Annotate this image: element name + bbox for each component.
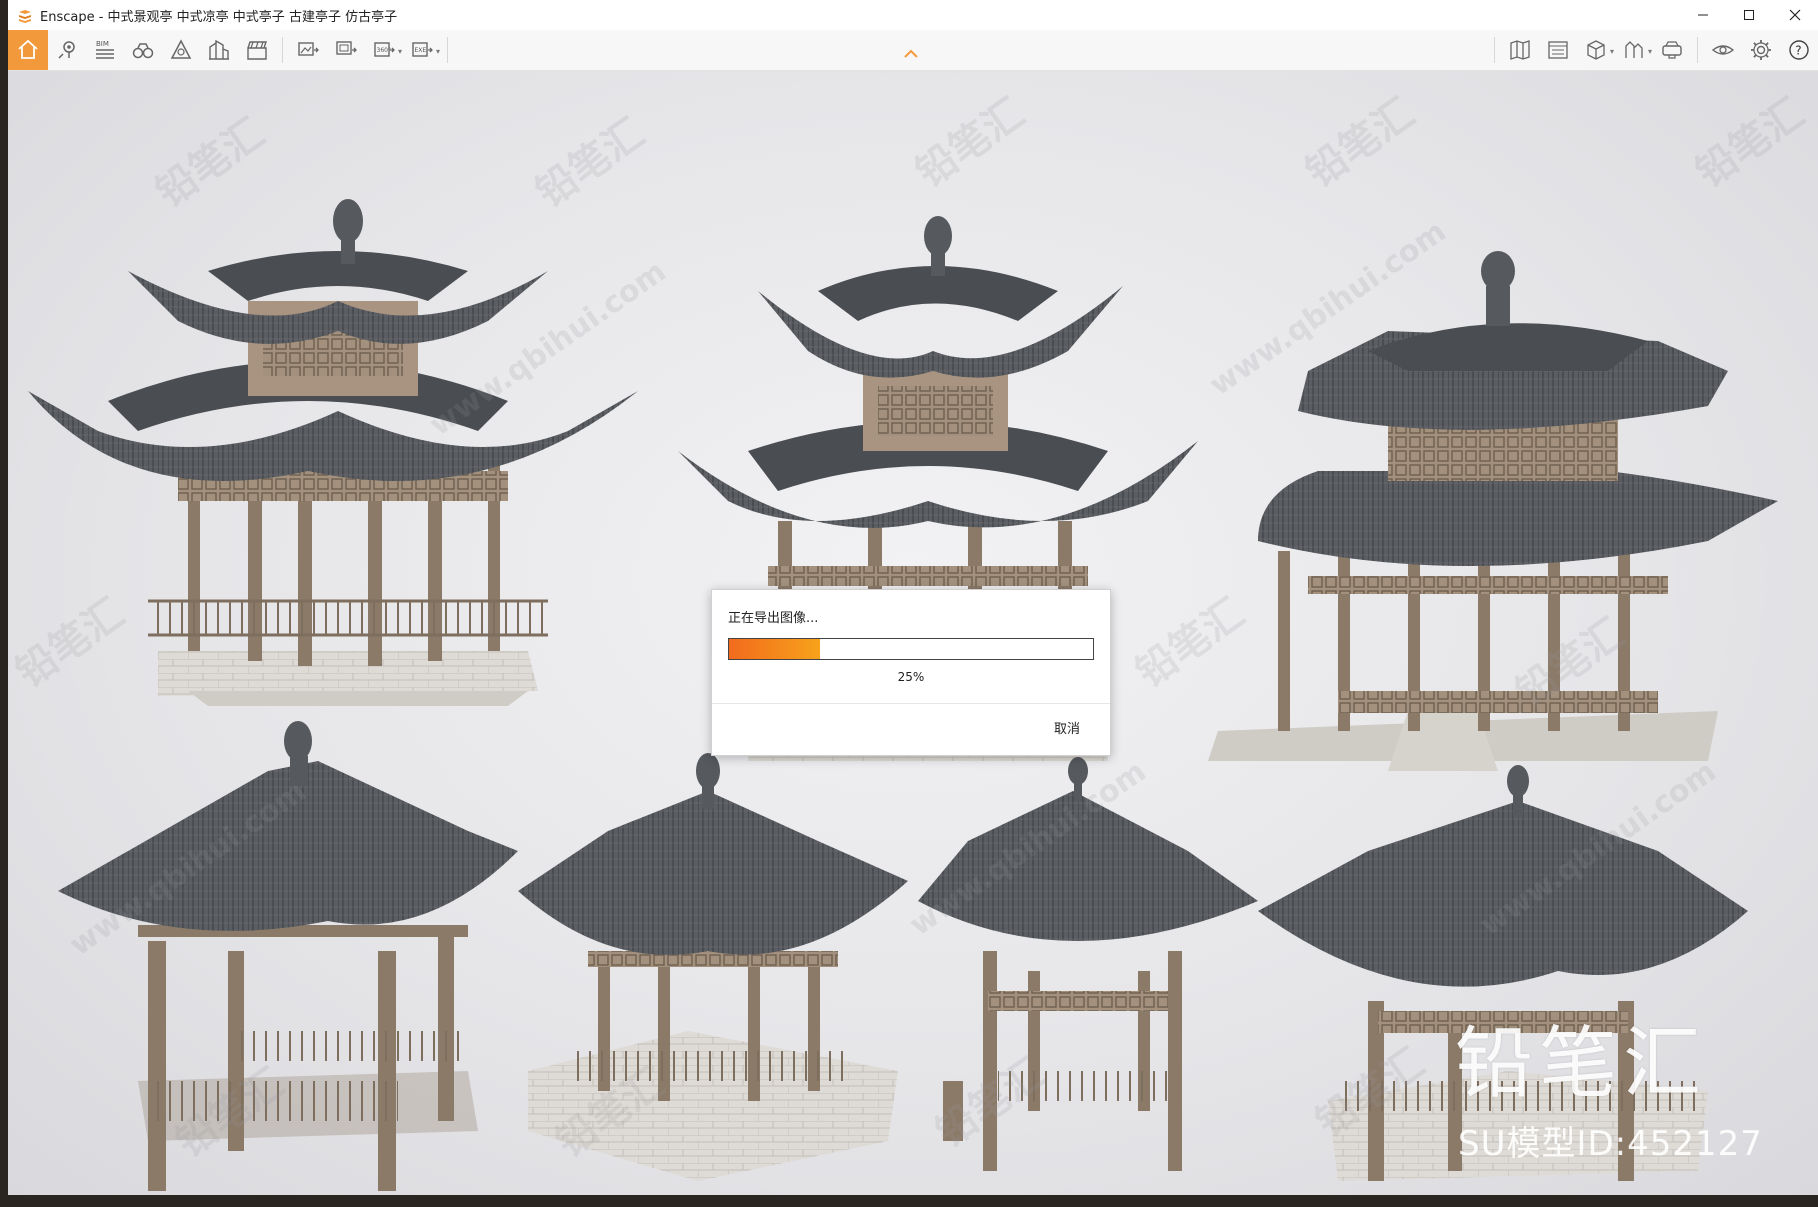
cube-icon [1587,40,1605,60]
section-icon [1625,41,1643,58]
home-icon [18,39,38,59]
screenshot-button[interactable] [289,30,327,70]
enscape-window: Enscape - 中式景观亭 中式凉亭 中式亭子 古建亭子 仿古亭子 BIM … [8,0,1818,1195]
help-button[interactable]: ? [1780,30,1818,70]
dialog-title: 正在导出图像... [728,611,819,626]
settings-button[interactable] [1742,30,1780,70]
svg-text:?: ? [1795,44,1801,58]
asset-library-button[interactable] [200,30,238,70]
svg-text:BIM: BIM [96,40,109,48]
binoculars-button[interactable] [124,30,162,70]
window-title: Enscape - 中式景观亭 中式凉亭 中式亭子 古建亭子 仿古亭子 [40,9,398,25]
buildings-icon [209,39,229,60]
collapse-toolbar-chevron[interactable] [903,44,919,63]
toolbar-separator [447,37,448,63]
map-icon [1510,40,1530,60]
views-icon [1548,41,1568,59]
video-editor-button[interactable] [238,30,276,70]
chevron-down-icon: ▾ [435,47,440,56]
section-button[interactable]: ▾ [1615,30,1653,70]
panorama-button[interactable]: 360° ▾ [365,30,403,70]
chevron-down-icon: ▾ [397,47,402,56]
render-image-icon [298,42,319,56]
progress-percent: 25% [897,670,925,684]
progress-bar [728,638,1094,660]
views-button[interactable] [1539,30,1577,70]
chevron-up-icon [904,49,918,58]
eye-icon [1711,45,1735,55]
toolbar-separator [1697,37,1698,63]
svg-text:360°: 360° [377,47,391,54]
cancel-button[interactable]: 取消 [1054,718,1080,737]
svg-text:EXE: EXE [415,47,427,54]
clapperboard-icon [247,41,267,60]
model-id-watermark: SU模型ID:452127 [1458,1124,1763,1164]
binoculars-icon [132,43,154,59]
bim-icon: BIM [96,40,114,59]
bim-button[interactable]: BIM [86,30,124,70]
close-button[interactable] [1772,0,1818,30]
export-exe-icon: EXE [412,42,433,57]
toolbar-separator [282,37,283,63]
help-icon: ? [1789,40,1809,60]
vr-headset-icon [1662,41,1682,59]
batch-render-icon [336,41,357,55]
export-exe-button[interactable]: EXE ▾ [403,30,441,70]
maximize-button[interactable] [1726,0,1772,30]
render-viewport[interactable]: 铅笔汇 铅笔汇 铅笔汇 铅笔汇 铅笔汇 铅笔汇 铅笔汇 铅笔汇 铅笔汇 铅笔汇 … [8,71,1818,1195]
panorama-360-icon: 360° [374,42,395,57]
toolbar-separator [1494,37,1495,63]
location-button[interactable] [48,30,86,70]
home-button[interactable] [8,30,48,70]
close-icon [1789,9,1801,21]
minimize-icon [1698,14,1708,16]
progress-bar-fill [729,639,820,659]
batch-render-button[interactable] [327,30,365,70]
gear-icon [1751,40,1771,60]
chevron-down-icon: ▾ [1647,47,1652,56]
brand-watermark: 铅笔汇 [1455,1019,1708,1109]
location-pin-icon [58,41,75,59]
enscape-logo-icon [18,8,32,23]
maximize-icon [1744,10,1754,20]
vr-headset-button[interactable] [1653,30,1691,70]
minimize-button[interactable] [1680,0,1726,30]
window-controls [1680,0,1818,30]
visual-settings-button[interactable] [1704,30,1742,70]
cube-view-button[interactable]: ▾ [1577,30,1615,70]
atmosphere-button[interactable] [162,30,200,70]
chevron-down-icon: ▾ [1609,47,1614,56]
title-bar: Enscape - 中式景观亭 中式凉亭 中式亭子 古建亭子 仿古亭子 [8,0,1818,30]
atmosphere-icon [170,39,192,59]
export-progress-dialog: 正在导出图像... 25% 取消 [711,589,1111,756]
dialog-divider [712,703,1110,704]
map-button[interactable] [1501,30,1539,70]
